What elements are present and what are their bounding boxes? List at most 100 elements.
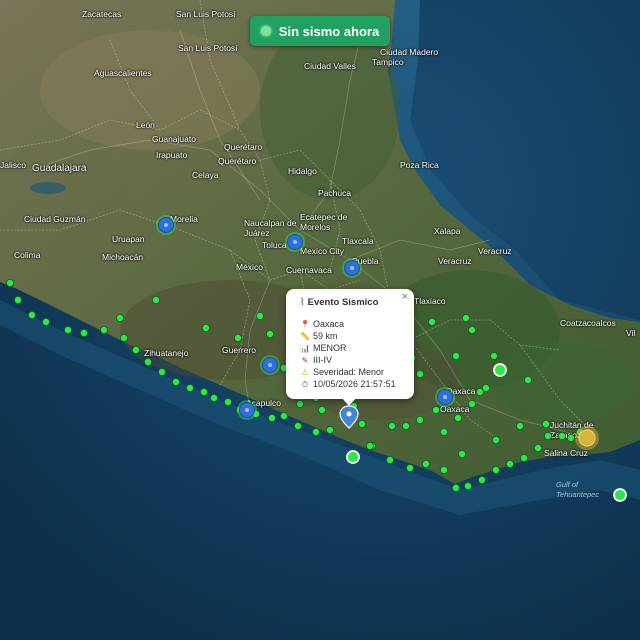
- seismic-station-marker[interactable]: [311, 427, 320, 436]
- active-station-marker[interactable]: [493, 363, 507, 377]
- seismic-station-marker[interactable]: [157, 367, 166, 376]
- seismic-station-marker[interactable]: [13, 295, 22, 304]
- seismic-station-marker[interactable]: [524, 375, 533, 384]
- seismic-station-marker[interactable]: [255, 311, 264, 320]
- seismic-station-marker[interactable]: [151, 295, 160, 304]
- seismic-station-marker[interactable]: [558, 431, 567, 440]
- seismic-station-marker[interactable]: [209, 393, 218, 402]
- active-station-marker[interactable]: [346, 450, 360, 464]
- seismic-station-marker[interactable]: [415, 415, 424, 424]
- seismic-station-marker[interactable]: [233, 333, 242, 342]
- seismic-station-marker[interactable]: [27, 310, 36, 319]
- popup-location: Oaxaca: [313, 319, 345, 329]
- seismic-station-marker[interactable]: [505, 459, 514, 468]
- popup-severity: Severidad: Menor: [313, 367, 385, 377]
- seismic-station-marker[interactable]: [439, 427, 448, 436]
- popup-title: Evento Sísmico: [307, 297, 379, 308]
- seismic-station-marker[interactable]: [171, 377, 180, 386]
- seismic-station-marker[interactable]: [457, 449, 466, 458]
- seismic-station-marker[interactable]: [267, 413, 276, 422]
- event-cluster-marker[interactable]: [156, 215, 176, 235]
- event-cluster-marker[interactable]: [285, 232, 305, 252]
- seismic-station-marker[interactable]: [421, 459, 430, 468]
- popup-title-row: ⌇ Evento Sísmico: [300, 297, 378, 308]
- seismic-station-marker[interactable]: [491, 435, 500, 444]
- seismic-station-marker[interactable]: [265, 329, 274, 338]
- seismic-station-marker[interactable]: [405, 463, 414, 472]
- seismic-station-marker[interactable]: [201, 323, 210, 332]
- seismic-station-marker[interactable]: [116, 313, 125, 322]
- seismic-station-marker[interactable]: [451, 483, 460, 492]
- seismic-station-marker[interactable]: [357, 419, 366, 428]
- popup-intensity: III-IV: [313, 355, 333, 365]
- seismic-station-marker[interactable]: [453, 413, 462, 422]
- popup-severity-row: ⚠ Severidad: Menor: [300, 367, 384, 378]
- active-station-marker[interactable]: [613, 488, 627, 502]
- seismic-station-marker[interactable]: [385, 455, 394, 464]
- ruler-icon: 📏: [300, 332, 310, 341]
- seismic-station-marker[interactable]: [481, 383, 490, 392]
- seismic-station-marker[interactable]: [431, 405, 440, 414]
- popup-magnitude-class: MENOR: [313, 343, 347, 353]
- seismic-station-marker[interactable]: [100, 325, 109, 334]
- popup-location-row: 📍 Oaxaca: [300, 319, 344, 330]
- pen-icon: ✎: [301, 356, 309, 365]
- event-cluster-marker[interactable]: [342, 258, 362, 278]
- seismic-map[interactable]: Zacatecas San Luis Potosí San Luis Potos…: [0, 0, 640, 640]
- seismic-station-marker[interactable]: [567, 433, 576, 442]
- seismic-station-marker[interactable]: [461, 313, 470, 322]
- popup-intensity-row: ✎ III-IV: [300, 355, 332, 366]
- seismic-station-marker[interactable]: [80, 328, 89, 337]
- event-cluster-marker[interactable]: [237, 400, 257, 420]
- popup-magnitude-row: 📊 MENOR: [300, 343, 347, 354]
- seismic-station-marker[interactable]: [223, 397, 232, 406]
- popup-close-button[interactable]: ×: [402, 291, 408, 303]
- seismic-station-marker[interactable]: [463, 481, 472, 490]
- seismic-station-marker[interactable]: [279, 411, 288, 420]
- chart-icon: 📊: [300, 344, 310, 353]
- seismic-station-marker[interactable]: [520, 453, 529, 462]
- seismic-station-marker[interactable]: [199, 387, 208, 396]
- seismic-station-marker[interactable]: [491, 465, 500, 474]
- seismic-station-marker[interactable]: [387, 421, 396, 430]
- earthquake-status-badge[interactable]: Sin sismo ahora: [250, 16, 390, 46]
- alert-event-marker[interactable]: [575, 426, 599, 450]
- seismic-station-marker[interactable]: [467, 399, 476, 408]
- seismic-station-marker[interactable]: [439, 465, 448, 474]
- seismic-station-marker[interactable]: [6, 278, 14, 287]
- seismic-station-marker[interactable]: [295, 399, 304, 408]
- seismic-station-marker[interactable]: [317, 405, 326, 414]
- status-indicator-icon: [260, 26, 271, 36]
- seismic-station-marker[interactable]: [293, 421, 302, 430]
- seismic-station-marker[interactable]: [42, 317, 51, 326]
- seismic-station-marker[interactable]: [544, 431, 553, 440]
- seismic-station-marker[interactable]: [451, 351, 460, 360]
- seismic-station-marker[interactable]: [489, 351, 498, 360]
- seismic-station-marker[interactable]: [131, 345, 140, 354]
- seismic-station-marker[interactable]: [64, 325, 73, 334]
- popup-datetime: 10/05/2026 21:57:51: [313, 379, 396, 389]
- seismic-station-marker[interactable]: [325, 425, 334, 434]
- seismic-station-marker[interactable]: [143, 357, 152, 366]
- seismic-station-marker[interactable]: [534, 443, 543, 452]
- warning-icon: ⚠: [301, 368, 309, 377]
- popup-datetime-row: ⏱ 10/05/2026 21:57:51: [300, 379, 396, 390]
- clock-icon: ⏱: [301, 380, 309, 389]
- selected-event-pin-icon[interactable]: [339, 405, 359, 429]
- popup-depth-row: 📏 59 km: [300, 331, 338, 342]
- seismic-station-marker[interactable]: [516, 421, 525, 430]
- seismic-station-marker[interactable]: [365, 441, 374, 450]
- popup-pointer: [342, 398, 356, 406]
- event-cluster-marker[interactable]: [435, 387, 455, 407]
- seismic-station-marker[interactable]: [542, 419, 551, 428]
- seismic-station-marker[interactable]: [185, 383, 194, 392]
- event-cluster-marker[interactable]: [260, 355, 280, 375]
- seismic-station-marker[interactable]: [477, 475, 486, 484]
- seismic-event-popup[interactable]: ⌇ Evento Sísmico × 📍 Oaxaca 📏 59 km 📊 MENOR …: [286, 289, 414, 399]
- seismic-station-marker[interactable]: [467, 325, 476, 334]
- seismic-station-marker[interactable]: [427, 317, 436, 326]
- status-label: Sin sismo ahora: [278, 23, 380, 39]
- seismic-station-marker[interactable]: [401, 421, 410, 430]
- seismic-station-marker[interactable]: [415, 369, 424, 378]
- seismic-station-marker[interactable]: [120, 333, 129, 342]
